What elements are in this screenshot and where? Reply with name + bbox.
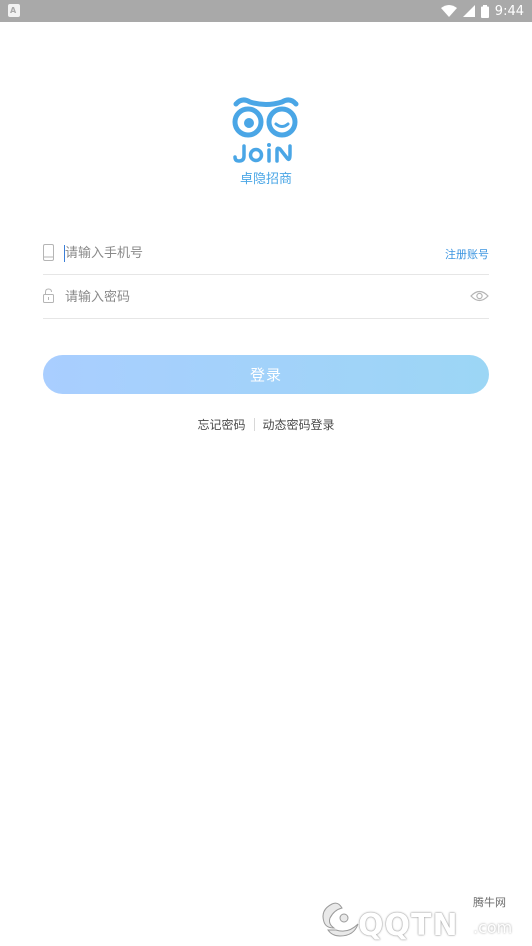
watermark: 腾牛网 QQTN .com (318, 890, 526, 943)
eye-icon[interactable] (470, 290, 489, 302)
app-name: 卓隐招商 (239, 172, 292, 187)
forgot-password-link[interactable]: 忘记密码 (197, 418, 245, 432)
password-field-row (43, 275, 489, 319)
watermark-text: QQTN (358, 908, 459, 943)
wifi-icon (440, 5, 457, 17)
register-link[interactable]: 注册账号 (445, 246, 489, 262)
phone-field-row: 注册账号 (43, 231, 489, 275)
watermark-logo-icon (322, 902, 359, 937)
phone-icon (43, 244, 54, 261)
status-icons: 9:44 (440, 0, 524, 22)
watermark-suffix: .com (473, 918, 513, 937)
secondary-links: 忘记密码 动态密码登录 (0, 416, 532, 433)
notification-icon: A (8, 4, 20, 17)
lock-icon (43, 288, 54, 303)
phone-input[interactable] (65, 240, 395, 266)
login-button[interactable]: 登录 (43, 355, 489, 394)
watermark-brand: 腾牛网 (473, 896, 506, 909)
status-bar: A 9:44 (0, 0, 532, 22)
password-input[interactable] (65, 284, 395, 310)
signal-icon (462, 5, 475, 17)
link-divider (253, 418, 255, 431)
status-time: 9:44 (494, 3, 524, 19)
battery-icon (480, 4, 489, 18)
dynamic-password-login-link[interactable]: 动态密码登录 (263, 418, 335, 432)
